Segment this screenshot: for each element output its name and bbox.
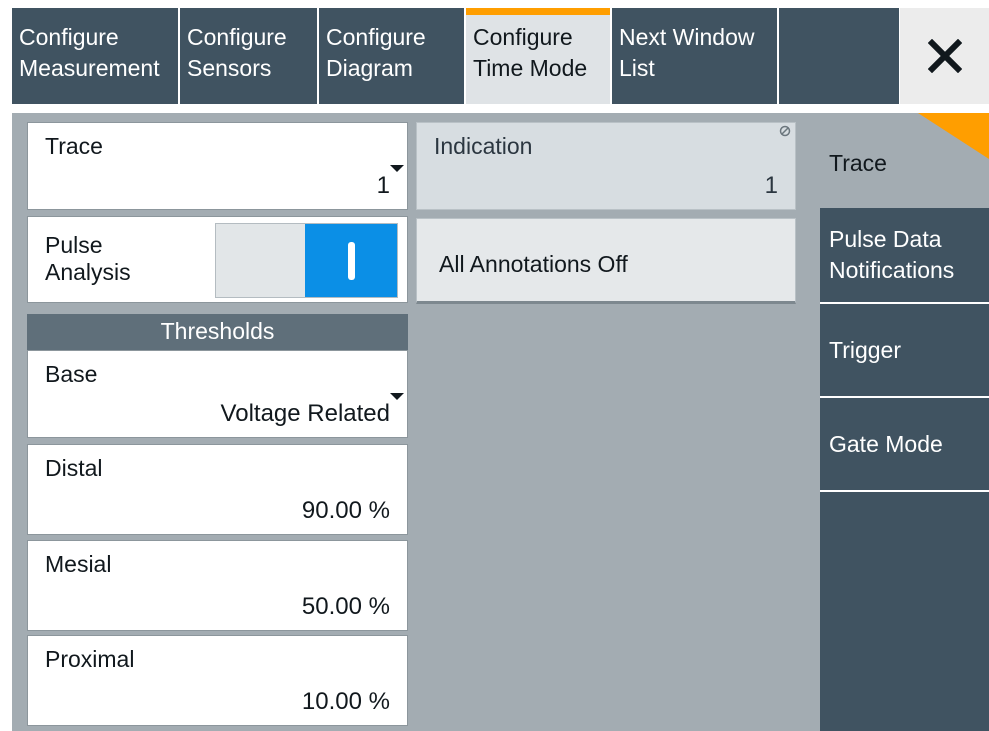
tab-label-line1: Next Window: [619, 24, 755, 50]
tab-label-line2: List: [619, 55, 655, 81]
tab-next-window-list[interactable]: Next Window List: [612, 8, 777, 104]
tab-label-line2: Time Mode: [473, 55, 588, 81]
toggle-knob: [305, 224, 397, 297]
proximal-label: Proximal: [45, 646, 135, 672]
tab-configure-diagram[interactable]: Configure Diagram: [319, 8, 464, 104]
indication-field: Indication 1: [416, 122, 796, 210]
side-tab-gate-mode[interactable]: Gate Mode: [820, 398, 989, 492]
base-select[interactable]: Base Voltage Related: [27, 350, 408, 438]
dropdown-arrow-icon: [390, 165, 404, 172]
side-tab-label: Trigger: [829, 337, 901, 363]
pulse-analysis-row: Pulse Analysis: [27, 216, 408, 303]
distal-field[interactable]: Distal 90.00 %: [27, 444, 408, 535]
mesial-field[interactable]: Mesial 50.00 %: [27, 540, 408, 631]
tab-label-line1: Configure: [187, 24, 287, 50]
thresholds-header: Thresholds: [27, 314, 408, 350]
dropdown-arrow-icon: [390, 393, 404, 400]
proximal-value: 10.00 %: [301, 688, 390, 715]
active-tab-corner-marker: [918, 113, 989, 159]
proximal-field[interactable]: Proximal 10.00 %: [27, 635, 408, 726]
indication-label: Indication: [434, 133, 533, 159]
tab-label-line2: Measurement: [19, 55, 160, 81]
trace-label: Trace: [45, 133, 103, 159]
tab-bar-filler: [779, 8, 899, 104]
pulse-analysis-label-line1: Pulse: [45, 232, 103, 258]
pulse-analysis-label-line2: Analysis: [45, 259, 131, 285]
mesial-value: 50.00 %: [301, 593, 390, 620]
tab-label-line2: Sensors: [187, 55, 272, 81]
tab-label-line1: Configure: [326, 24, 426, 50]
side-tab-label: Gate Mode: [829, 431, 943, 457]
tab-label-line2: Diagram: [326, 55, 413, 81]
close-icon: [927, 39, 962, 73]
base-label: Base: [45, 361, 98, 387]
trace-select[interactable]: Trace 1: [27, 122, 408, 210]
side-tab-pulse-data-notifications[interactable]: Pulse Data Notifications: [820, 208, 989, 304]
indication-value: 1: [764, 172, 778, 199]
close-button[interactable]: [900, 8, 989, 104]
pulse-analysis-label: Pulse Analysis: [45, 232, 131, 286]
toggle-on-icon: [347, 241, 355, 280]
side-tab-trigger[interactable]: Trigger: [820, 304, 989, 398]
distal-label: Distal: [45, 455, 103, 481]
tab-configure-measurement[interactable]: Configure Measurement: [12, 8, 178, 104]
side-tab-label-line2: Notifications: [829, 257, 955, 283]
side-tab-trace[interactable]: Trace: [820, 113, 989, 208]
pulse-analysis-toggle[interactable]: [215, 223, 398, 298]
tab-configure-sensors[interactable]: Configure Sensors: [180, 8, 317, 104]
distal-value: 90.00 %: [301, 497, 390, 524]
all-annotations-off-button[interactable]: All Annotations Off: [416, 218, 796, 304]
read-only-icon: [779, 125, 791, 137]
tab-label-line1: Configure: [473, 24, 573, 50]
tab-label-line1: Configure: [19, 24, 119, 50]
top-tab-bar: Configure Measurement Configure Sensors …: [12, 8, 989, 104]
base-value: Voltage Related: [220, 400, 390, 427]
side-tab-label: Trace: [829, 150, 887, 176]
side-tab-label-line1: Pulse Data: [829, 226, 942, 252]
tab-configure-time-mode[interactable]: Configure Time Mode: [466, 8, 610, 104]
trace-value: 1: [376, 172, 390, 199]
mesial-label: Mesial: [45, 551, 112, 577]
